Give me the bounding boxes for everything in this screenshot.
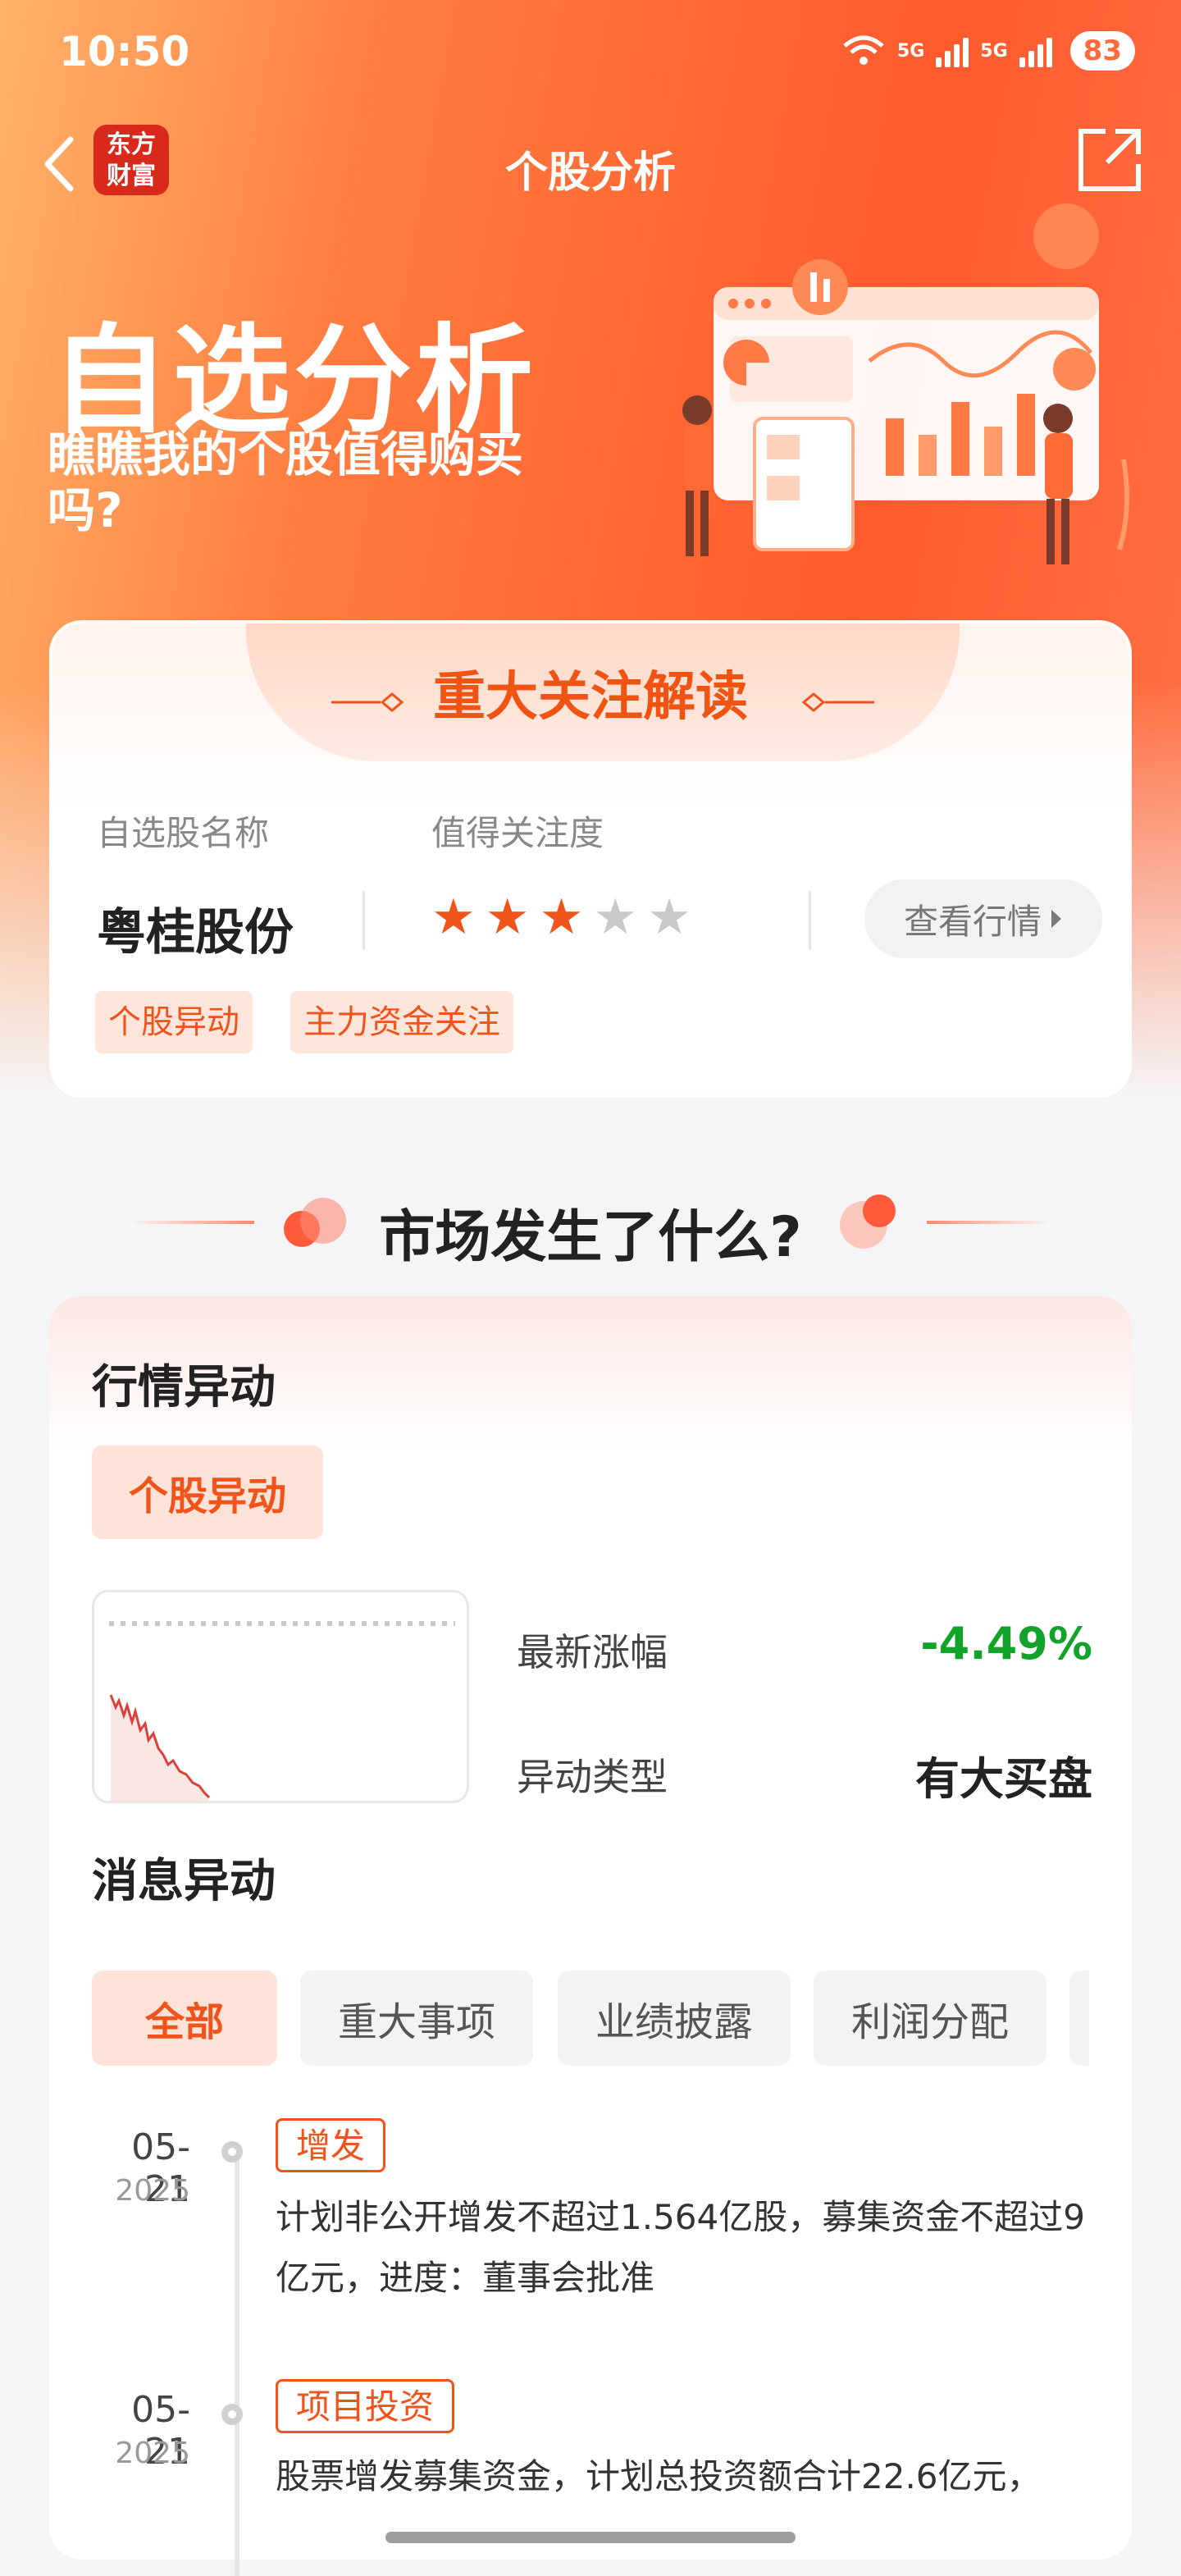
stock-anomaly-pill[interactable]: 个股异动	[92, 1446, 323, 1539]
anomaly-type-label: 异动类型	[517, 1755, 668, 1799]
caret-right-icon	[1051, 910, 1061, 928]
view-quote-button[interactable]: 查看行情	[864, 879, 1102, 958]
tag-main-fund: 主力资金关注	[290, 991, 513, 1053]
wifi-icon	[843, 35, 884, 65]
section-heading: 市场发生了什么?	[0, 1181, 1181, 1270]
attention-title: 重大关注解读	[433, 667, 748, 728]
divider	[809, 891, 811, 950]
timeline-line	[235, 2149, 239, 2576]
tag-stock-anomaly: 个股异动	[95, 991, 253, 1053]
filter-tab-all[interactable]: 全部	[92, 1971, 277, 2066]
bubble-deco	[863, 1194, 896, 1227]
attention-score-label: 值得关注度	[431, 813, 604, 853]
price-sparkline	[109, 1621, 455, 1801]
stock-name: 粤桂股份	[97, 904, 294, 961]
status-bar: 10:50 5G 5G 83	[0, 0, 1181, 98]
news-filter-tabs: 全部 重大事项 业绩披露 利润分配 交	[92, 1971, 1089, 2066]
analysis-illustration	[682, 203, 1129, 564]
news-text[interactable]: 计划非公开增发不超过1.564亿股，募集资金不超过9亿元，进度：董事会批准	[276, 2187, 1096, 2309]
attention-card: 重大关注解读 自选股名称 值得关注度 粤桂股份 ★ ★ ★ ★ ★ 查看行情 个股异动 …	[49, 620, 1132, 1098]
stock-name-label: 自选股名称	[97, 813, 270, 853]
banner-subtitle: 瞧瞧我的个股值得购买吗?	[48, 427, 524, 538]
signal-label-2: 5G	[980, 40, 1008, 62]
rating-stars: ★ ★ ★ ★ ★	[431, 891, 691, 943]
news-tag: 增发	[276, 2118, 386, 2172]
diamond-deco-icon	[801, 692, 874, 712]
market-card: 行情异动 个股异动 最新涨幅 -4.49% 异动类型 有大买盘 消息异动 全部 …	[49, 1296, 1132, 2576]
star-filled-icon: ★	[485, 888, 530, 946]
latest-change-value: -4.49%	[920, 1618, 1092, 1669]
section-title: 市场发生了什么?	[379, 1205, 802, 1270]
star-empty-icon: ★	[647, 888, 691, 946]
news-tag: 项目投资	[276, 2379, 455, 2433]
latest-change-label: 最新涨幅	[517, 1630, 668, 1674]
news-text[interactable]: 股票增发募集资金，计划总投资额合计22.6亿元，	[276, 2446, 1096, 2507]
view-quote-label: 查看行情	[903, 901, 1042, 942]
news-heading: 消息异动	[92, 1855, 276, 1908]
divider	[363, 891, 365, 950]
news-year: 2025	[115, 2437, 190, 2470]
home-indicator[interactable]	[385, 2532, 796, 2543]
market-heading: 行情异动	[92, 1361, 276, 1414]
news-year: 2025	[115, 2174, 190, 2208]
status-time: 10:50	[59, 28, 190, 75]
status-icons: 5G 5G 83	[841, 31, 1135, 71]
timeline-dot	[221, 2404, 243, 2425]
heading-line-right	[927, 1221, 1050, 1224]
filter-tab-trading[interactable]: 交	[1069, 1971, 1089, 2066]
timeline-dot	[221, 2141, 243, 2163]
signal-icon	[936, 34, 969, 67]
filter-tab-dividends[interactable]: 利润分配	[814, 1971, 1046, 2066]
share-icon[interactable]	[1074, 125, 1145, 195]
star-empty-icon: ★	[593, 888, 638, 946]
intraday-mini-chart[interactable]	[92, 1590, 469, 1803]
battery-indicator: 83	[1069, 31, 1135, 71]
filter-tab-major-events[interactable]: 重大事项	[300, 1971, 533, 2066]
star-filled-icon: ★	[431, 888, 476, 946]
signal-icon	[1019, 34, 1052, 67]
star-filled-icon: ★	[539, 888, 584, 946]
page-title: 个股分析	[504, 148, 676, 198]
signal-label-1: 5G	[896, 40, 925, 62]
filter-tab-earnings[interactable]: 业绩披露	[558, 1971, 791, 2066]
anomaly-type-value: 有大买盘	[915, 1753, 1092, 1805]
